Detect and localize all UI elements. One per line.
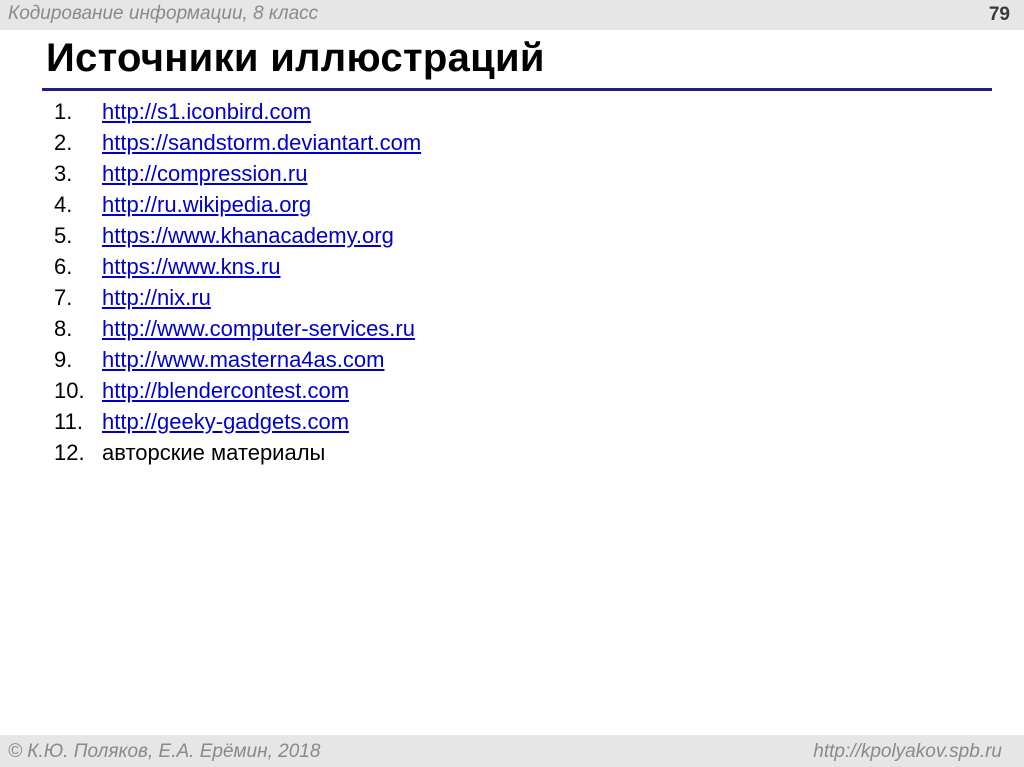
- source-link[interactable]: http://geeky-gadgets.com: [102, 409, 349, 434]
- source-number: 9.: [54, 347, 73, 372]
- source-item: 12. авторские материалы: [54, 437, 421, 468]
- source-link[interactable]: http://www.masterna4as.com: [102, 347, 384, 372]
- source-link[interactable]: http://s1.iconbird.com: [102, 99, 311, 124]
- source-item: 7. http://nix.ru: [54, 282, 421, 313]
- source-number: 2.: [54, 130, 73, 155]
- source-link[interactable]: http://ru.wikipedia.org: [102, 192, 311, 217]
- course-name: Кодирование информации, 8 класс: [8, 3, 319, 24]
- slide-title: Источники иллюстраций: [46, 36, 545, 80]
- source-number: 1.: [54, 99, 73, 124]
- source-text: авторские материалы: [102, 440, 326, 465]
- source-number: 4.: [54, 192, 73, 217]
- sources-list: 1. http://s1.iconbird.com 2. https://sands…: [54, 96, 421, 468]
- source-item: 11. http://geeky-gadgets.com: [54, 406, 421, 437]
- header-bar: Кодирование информации, 8 класс 79: [0, 0, 1024, 30]
- source-item: 1. http://s1.iconbird.com: [54, 96, 421, 127]
- source-item: 10. http://blendercontest.com: [54, 375, 421, 406]
- source-number: 12.: [54, 440, 85, 465]
- title-underline: [42, 88, 992, 91]
- source-number: 6.: [54, 254, 73, 279]
- source-item: 6. https://www.kns.ru: [54, 251, 421, 282]
- source-item: 2. https://sandstorm.deviantart.com: [54, 127, 421, 158]
- source-number: 7.: [54, 285, 73, 310]
- source-number: 11.: [54, 409, 83, 434]
- source-item: 8. http://www.computer-services.ru: [54, 313, 421, 344]
- source-number: 8.: [54, 316, 73, 341]
- source-link[interactable]: https://sandstorm.deviantart.com: [102, 130, 421, 155]
- source-item: 5. https://www.khanacademy.org: [54, 220, 421, 251]
- source-number: 10.: [54, 378, 85, 403]
- source-link[interactable]: https://www.kns.ru: [102, 254, 281, 279]
- footer-bar: © К.Ю. Поляков, Е.А. Ерёмин, 2018 http:/…: [0, 735, 1024, 767]
- source-link[interactable]: http://compression.ru: [102, 161, 307, 186]
- source-link[interactable]: https://www.khanacademy.org: [102, 223, 394, 248]
- source-item: 9. http://www.masterna4as.com: [54, 344, 421, 375]
- source-number: 3.: [54, 161, 73, 186]
- source-number: 5.: [54, 223, 73, 248]
- source-item: 4. http://ru.wikipedia.org: [54, 189, 421, 220]
- slide: Кодирование информации, 8 класс 79 Источ…: [0, 0, 1024, 767]
- source-link[interactable]: http://www.computer-services.ru: [102, 316, 415, 341]
- source-link[interactable]: http://nix.ru: [102, 285, 211, 310]
- copyright-text: © К.Ю. Поляков, Е.А. Ерёмин, 2018: [8, 741, 321, 762]
- site-url: http://kpolyakov.spb.ru: [813, 741, 1002, 762]
- source-item: 3. http://compression.ru: [54, 158, 421, 189]
- source-link[interactable]: http://blendercontest.com: [102, 378, 349, 403]
- slide-number: 79: [988, 4, 1010, 25]
